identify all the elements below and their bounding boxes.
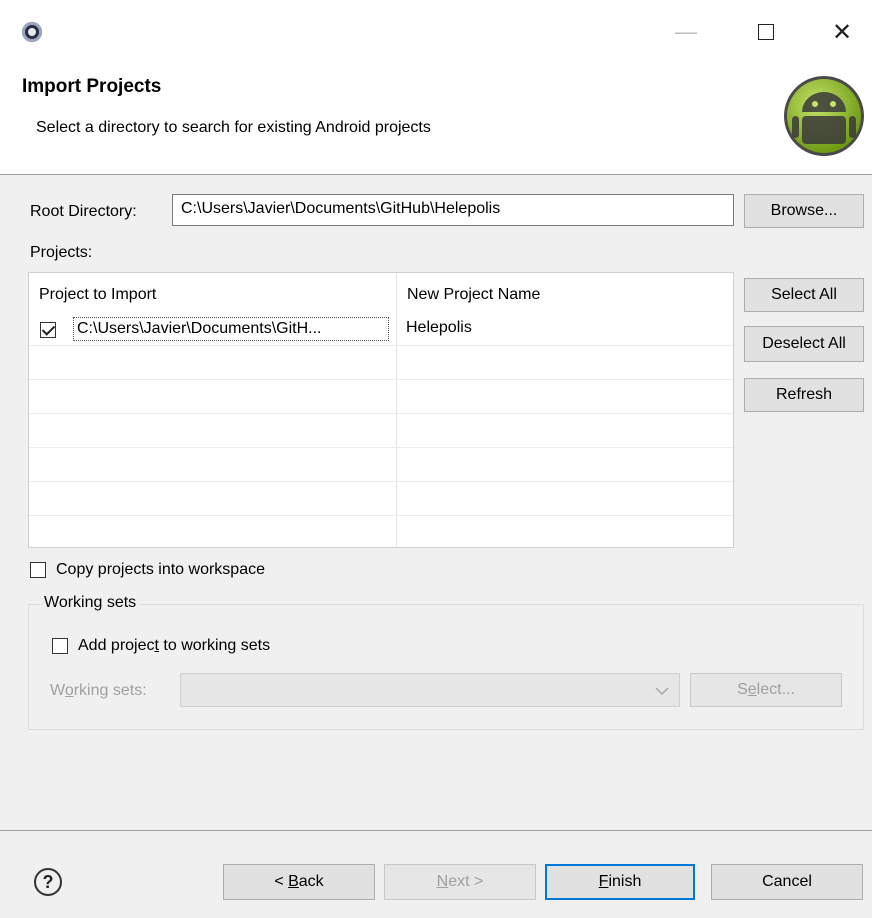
select-working-sets-button[interactable]: Se lect... [690, 673, 842, 707]
deselect-all-button[interactable]: Deselect All [744, 326, 864, 362]
browse-button[interactable]: Browse... [744, 194, 864, 228]
add-to-working-sets-label: Add project to working sets [78, 637, 271, 654]
help-icon[interactable]: ? [34, 868, 62, 896]
add-to-working-sets-checkbox[interactable] [52, 638, 68, 654]
row-separator [29, 413, 733, 414]
projects-label: Projects: [30, 244, 93, 261]
close-button[interactable]: ✕ [822, 12, 862, 52]
android-logo-icon [784, 76, 864, 156]
copy-projects-checkbox[interactable] [30, 562, 46, 578]
finish-button[interactable]: Finish [545, 864, 695, 900]
row-separator [29, 447, 733, 448]
cancel-button[interactable]: Cancel [711, 864, 863, 900]
row-separator [29, 481, 733, 482]
copy-projects-option[interactable]: Copy projects into workspace [30, 560, 350, 584]
root-directory-input[interactable]: C:\Users\Javier\Documents\GitHub\Helepol… [172, 194, 734, 226]
minimize-button[interactable]: — [666, 12, 706, 52]
refresh-button[interactable]: Refresh [744, 378, 864, 412]
row-separator [29, 345, 733, 346]
add-to-working-sets-option[interactable]: Add project to working sets [52, 636, 352, 660]
row-separator [29, 379, 733, 380]
maximize-icon [758, 24, 774, 40]
column-header-project[interactable]: Project to Import [29, 273, 396, 311]
select-all-button[interactable]: Select All [744, 278, 864, 312]
working-sets-group-title: Working sets [40, 594, 141, 612]
project-name-cell[interactable]: Helepolis [406, 319, 472, 337]
working-sets-combo[interactable] [180, 673, 680, 707]
project-path-cell: C:\Users\Javier\Documents\GitH... [73, 317, 389, 341]
project-checkbox[interactable] [40, 322, 56, 338]
working-sets-group [28, 604, 864, 730]
page-description: Select a directory to search for existin… [36, 119, 431, 136]
next-button[interactable]: Next > [384, 864, 536, 900]
copy-projects-label: Copy projects into workspace [56, 561, 265, 578]
root-directory-label: Root Directory: [30, 203, 137, 220]
eclipse-app-icon [22, 22, 42, 42]
row-separator [29, 515, 733, 516]
maximize-button[interactable] [746, 12, 786, 52]
chevron-down-icon [655, 687, 669, 696]
page-title: Import Projects [22, 76, 162, 97]
projects-table: Project to Import New Project Name C:\Us… [28, 272, 734, 548]
column-header-name[interactable]: New Project Name [397, 273, 733, 311]
working-sets-field-label: Working sets: [50, 682, 147, 699]
table-row[interactable]: C:\Users\Javier\Documents\GitH... Helepo… [29, 313, 733, 345]
back-button[interactable]: < Back [223, 864, 375, 900]
title-bar [0, 0, 872, 62]
